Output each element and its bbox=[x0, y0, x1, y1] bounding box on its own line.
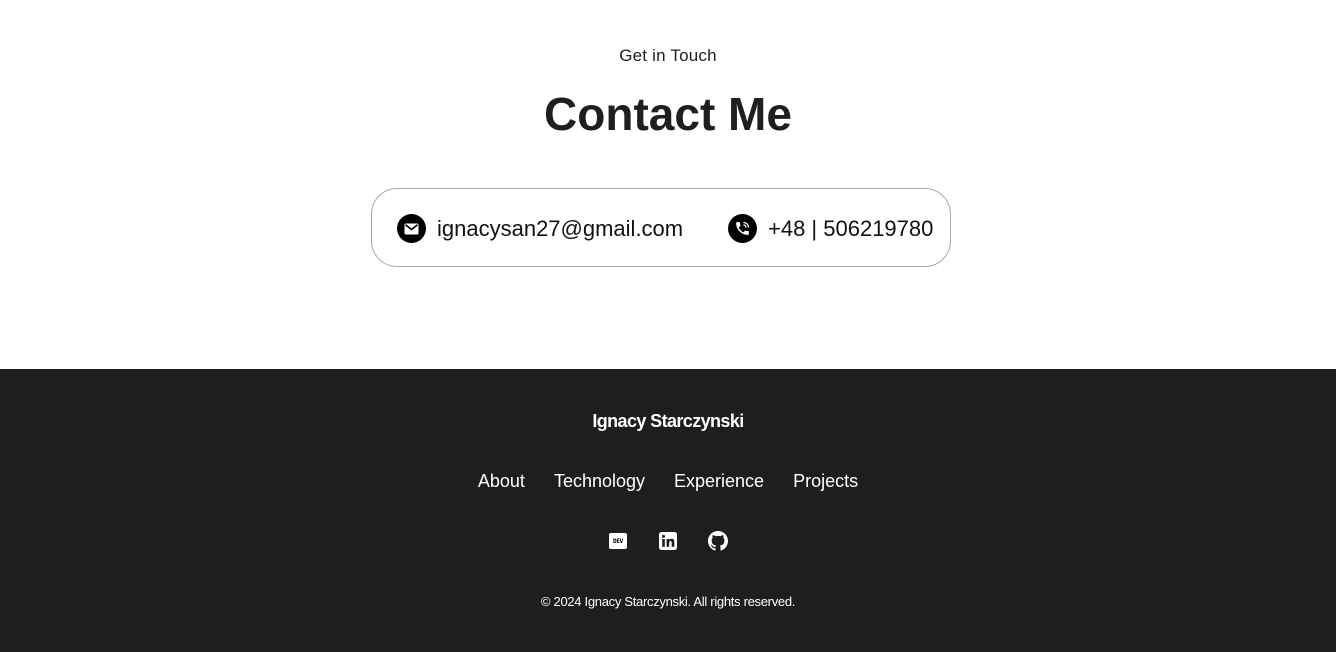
phone-icon bbox=[728, 214, 757, 243]
mail-icon bbox=[397, 214, 426, 243]
github-link[interactable] bbox=[708, 531, 728, 551]
contact-section: Get in Touch Contact Me ignacysan27@gmai… bbox=[0, 0, 1336, 369]
email-link[interactable]: ignacysan27@gmail.com bbox=[397, 189, 683, 268]
dev-link[interactable]: DEV bbox=[608, 531, 628, 551]
footer-name: Ignacy Starczynski bbox=[592, 411, 744, 431]
phone-link[interactable]: +48 | 506219780 bbox=[728, 189, 933, 268]
footer: Ignacy Starczynski About Technology Expe… bbox=[0, 369, 1336, 652]
contact-card: ignacysan27@gmail.com +48 | 506219780 bbox=[371, 188, 951, 267]
footer-nav-about[interactable]: About bbox=[478, 471, 525, 492]
copyright: © 2024 Ignacy Starczynski. All rights re… bbox=[540, 594, 796, 609]
linkedin-link[interactable] bbox=[658, 531, 678, 551]
footer-social: DEV bbox=[0, 531, 1336, 551]
footer-nav-projects[interactable]: Projects bbox=[793, 471, 858, 492]
github-icon bbox=[708, 531, 728, 551]
dev-icon: DEV bbox=[609, 533, 627, 549]
page-title: Contact Me bbox=[544, 88, 792, 140]
footer-nav-experience[interactable]: Experience bbox=[674, 471, 764, 492]
footer-nav: About Technology Experience Projects bbox=[0, 471, 1336, 492]
email-address: ignacysan27@gmail.com bbox=[437, 215, 684, 241]
footer-nav-technology[interactable]: Technology bbox=[554, 471, 645, 492]
section-eyebrow: Get in Touch bbox=[619, 46, 717, 65]
phone-number: +48 | 506219780 bbox=[768, 215, 934, 241]
linkedin-icon bbox=[659, 532, 677, 550]
